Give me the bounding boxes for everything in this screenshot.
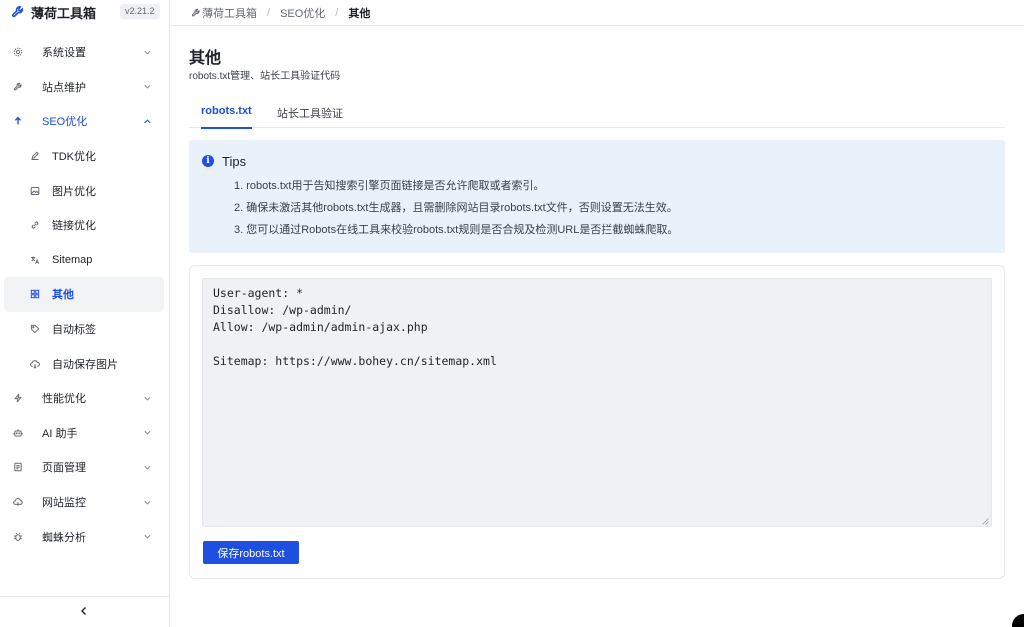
bug-icon xyxy=(13,532,23,542)
resize-grip-icon[interactable] xyxy=(981,517,989,525)
chevron-down-icon xyxy=(143,532,152,541)
sidebar-item-performance[interactable]: 性能优化 xyxy=(0,381,170,416)
sidebar-item-system-settings[interactable]: 系统设置 xyxy=(0,35,170,70)
tab-bar: robots.txt 站长工具验证 xyxy=(189,99,1005,129)
sidebar-item-label: 页面管理 xyxy=(42,462,86,475)
chevron-down-icon xyxy=(143,82,152,91)
breadcrumb-item-current: 其他 xyxy=(348,7,371,20)
sidebar-item-auto-tag[interactable]: 自动标签 xyxy=(0,312,170,347)
wrench-icon xyxy=(11,5,25,19)
breadcrumb-item-home[interactable]: 薄荷工具箱 xyxy=(202,5,257,21)
robots-txt-textarea[interactable]: User-agent: * Disallow: /wp-admin/ Allow… xyxy=(202,278,992,527)
grid-icon xyxy=(30,289,40,299)
tips-line: 3. 您可以通过Robots在线工具来校验robots.txt规则是否合规及检测… xyxy=(234,224,679,236)
sidebar-item-sitemap[interactable]: Sitemap xyxy=(0,243,170,278)
cloud-icon xyxy=(13,497,23,507)
version-badge: v2.21.2 xyxy=(120,4,160,19)
page-subtitle: robots.txt管理、站长工具验证代码 xyxy=(189,71,341,82)
info-icon: i xyxy=(202,155,214,167)
save-robots-button[interactable]: 保存robots.txt xyxy=(203,541,299,564)
main-content: 其他 robots.txt管理、站长工具验证代码 robots.txt 站长工具… xyxy=(171,27,1024,627)
breadcrumb-item-seo[interactable]: SEO优化 xyxy=(280,5,325,21)
sidebar-item-label: 蜘蛛分析 xyxy=(42,531,86,544)
sidebar-item-tdk[interactable]: TDK优化 xyxy=(0,139,170,174)
sidebar-item-monitor[interactable]: 网站监控 xyxy=(0,485,170,520)
chevron-up-icon xyxy=(143,117,152,126)
link-icon xyxy=(30,220,40,230)
sidebar-item-label: Sitemap xyxy=(52,253,93,266)
sidebar-item-label: AI 助手 xyxy=(42,427,78,440)
breadcrumb-separator: / xyxy=(267,6,271,19)
page-title: 其他 xyxy=(189,50,222,67)
translate-icon xyxy=(30,255,40,265)
tips-line: 1. robots.txt用于告知搜索引擎页面链接是否允许爬取或者索引。 xyxy=(234,180,545,192)
cloud-download-icon xyxy=(30,359,40,369)
sidebar-item-auto-save-img[interactable]: 自动保存图片 xyxy=(0,346,170,381)
tips-line: 2. 确保未激活其他robots.txt生成器，且需删除网站目录robots.t… xyxy=(234,202,678,214)
sidebar-item-label: 系统设置 xyxy=(42,47,86,60)
sidebar-item-pages[interactable]: 页面管理 xyxy=(0,450,170,485)
sidebar-item-seo[interactable]: SEO优化 xyxy=(0,104,170,139)
pencil-icon xyxy=(30,151,40,161)
arrow-up-icon xyxy=(13,116,23,126)
chevron-down-icon xyxy=(143,463,152,472)
sidebar-item-label: 图片优化 xyxy=(52,185,96,198)
sidebar-item-label: 自动标签 xyxy=(52,324,96,337)
chevron-down-icon xyxy=(143,48,152,57)
robot-icon xyxy=(13,428,23,438)
chevron-down-icon xyxy=(143,394,152,403)
sidebar-item-label: 链接优化 xyxy=(52,220,96,233)
tips-alert: i Tips 1. robots.txt用于告知搜索引擎页面链接是否允许爬取或者… xyxy=(189,140,1005,253)
sidebar-item-label: TDK优化 xyxy=(52,151,96,164)
chevron-down-icon xyxy=(143,498,152,507)
sidebar-item-label: 自动保存图片 xyxy=(52,358,118,371)
tab-robots-txt[interactable]: robots.txt xyxy=(201,105,252,129)
bolt-icon xyxy=(13,393,23,403)
sidebar-item-label: SEO优化 xyxy=(42,116,88,129)
breadcrumb-separator: / xyxy=(335,6,339,19)
sidebar-menu: 系统设置 站点维护 SEO优化 TDK优化 图片优化 链接优化 Sitemap xyxy=(0,35,170,554)
sidebar-item-label: 性能优化 xyxy=(42,393,86,406)
sidebar-item-link-opt[interactable]: 链接优化 xyxy=(0,208,170,243)
sidebar-item-label: 其他 xyxy=(52,289,74,302)
sidebar-item-label: 站点维护 xyxy=(42,81,86,94)
breadcrumb: 薄荷工具箱 / SEO优化 / 其他 xyxy=(171,0,1024,26)
gear-icon xyxy=(13,47,23,57)
robots-editor-panel: User-agent: * Disallow: /wp-admin/ Allow… xyxy=(189,265,1005,579)
sidebar-item-ai[interactable]: AI 助手 xyxy=(0,416,170,451)
sidebar-item-other[interactable]: 其他 xyxy=(4,277,164,312)
wrench-icon xyxy=(13,82,23,92)
sidebar-divider xyxy=(0,596,170,597)
document-icon xyxy=(13,462,23,472)
tips-title: Tips xyxy=(222,154,247,169)
chevron-down-icon xyxy=(143,428,152,437)
sidebar-item-site-maintenance[interactable]: 站点维护 xyxy=(0,70,170,105)
tag-icon xyxy=(30,324,40,334)
app-title: 薄荷工具箱 xyxy=(31,5,97,21)
sidebar: 薄荷工具箱 v2.21.2 系统设置 站点维护 SEO优化 TDK优化 图片优化 xyxy=(0,0,170,627)
collapse-sidebar-icon[interactable] xyxy=(78,605,90,617)
image-icon xyxy=(30,186,40,196)
tab-webmaster-verification[interactable]: 站长工具验证 xyxy=(277,105,343,128)
sidebar-item-label: 网站监控 xyxy=(42,497,86,510)
sidebar-item-image-opt[interactable]: 图片优化 xyxy=(0,173,170,208)
sidebar-item-spider[interactable]: 蜘蛛分析 xyxy=(0,519,170,554)
wrench-icon xyxy=(191,8,201,18)
